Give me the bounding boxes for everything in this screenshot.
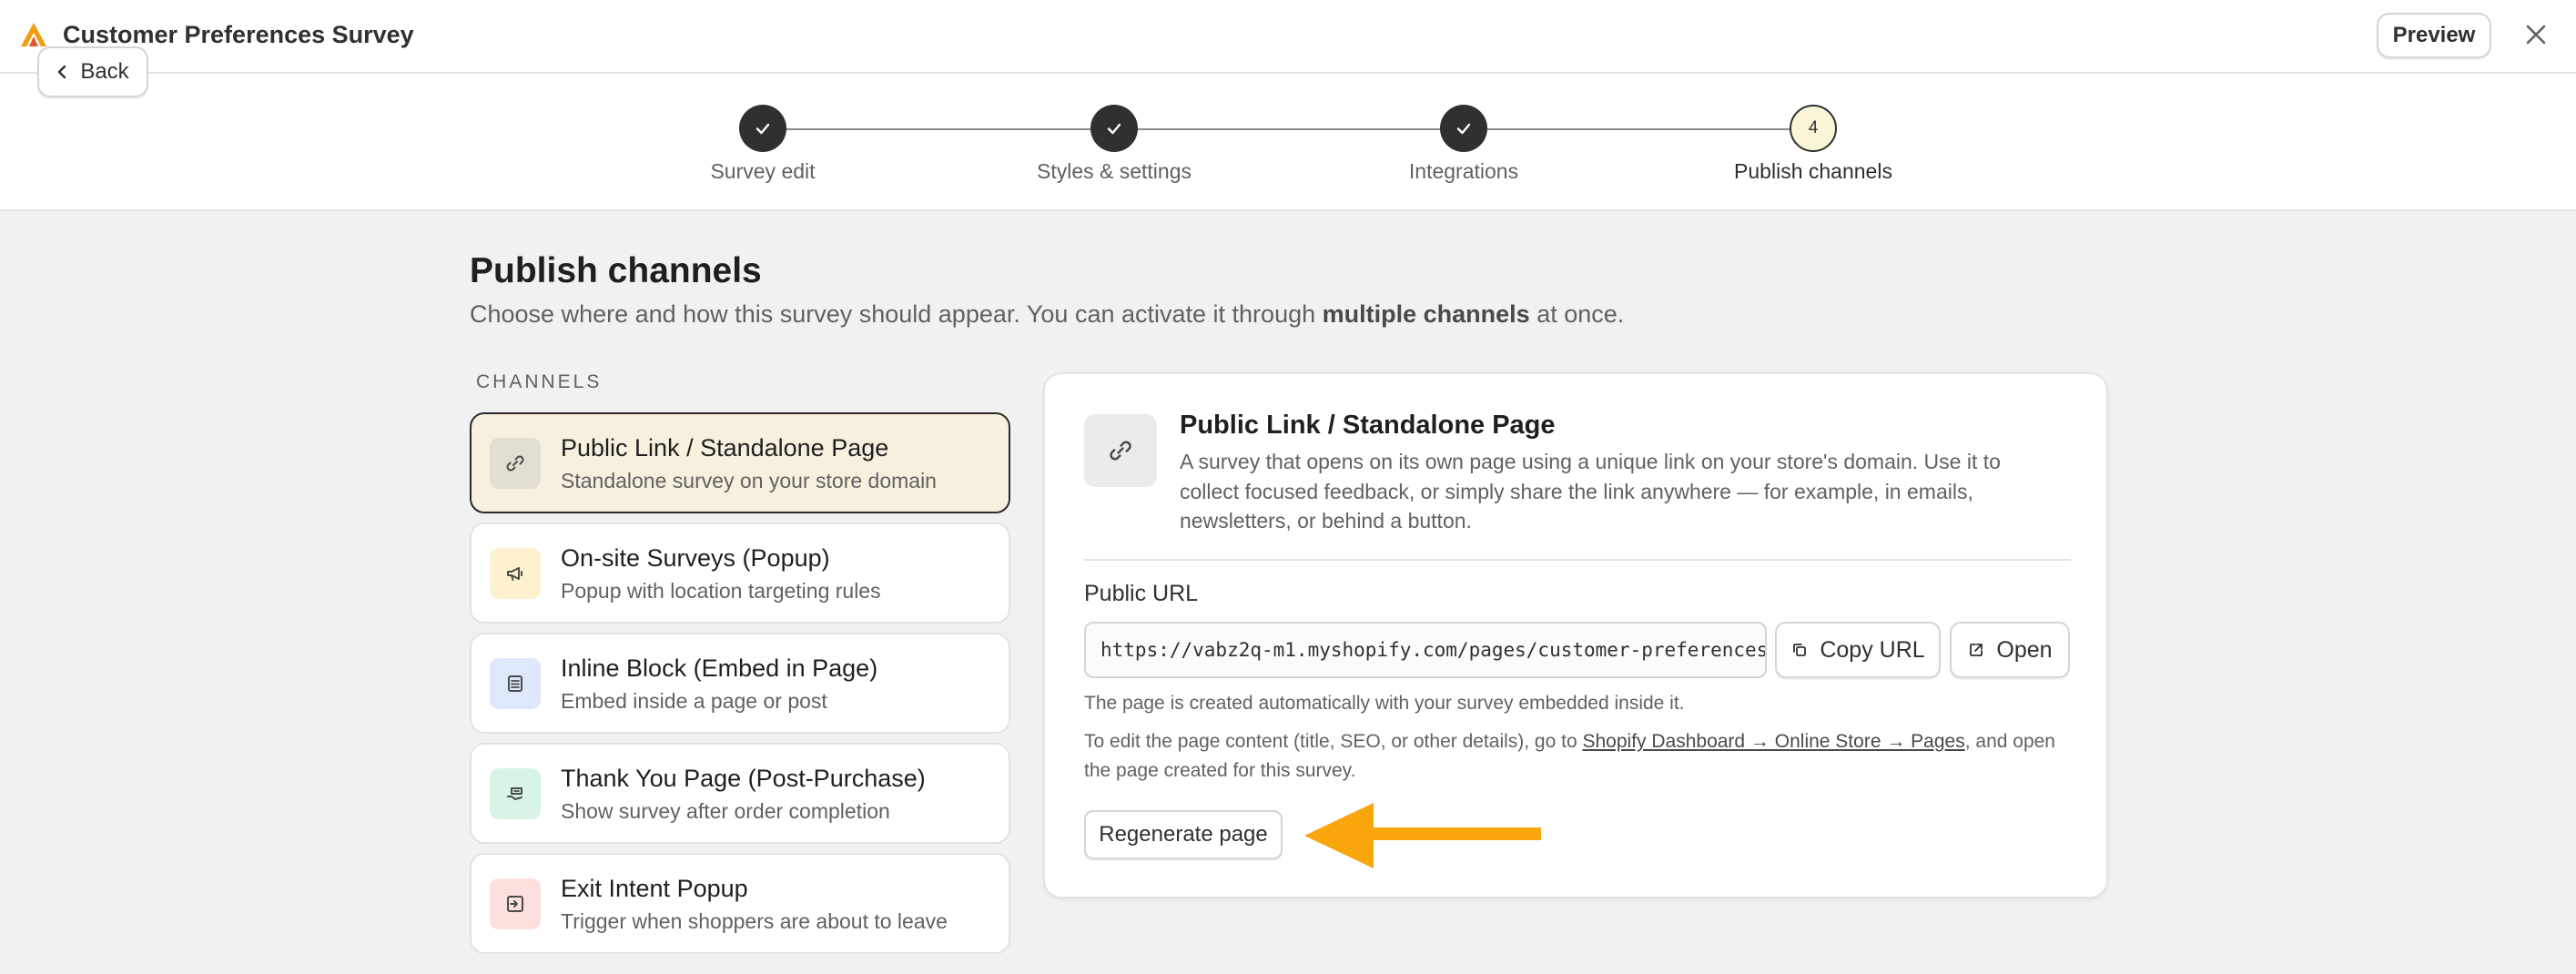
- chevron-left-icon: [58, 65, 66, 79]
- layout-block-icon: [508, 675, 522, 692]
- help-edit-prefix: To edit the page content (title, SEO, or…: [1084, 731, 1583, 752]
- exit-icon: [507, 896, 523, 912]
- copy-url-button[interactable]: Copy URL: [1775, 622, 1941, 678]
- detail-icon-tile: [1084, 414, 1157, 487]
- preview-button[interactable]: Preview: [2377, 13, 2491, 58]
- channel-description: Embed inside a page or post: [561, 689, 827, 713]
- step-1-check[interactable]: [739, 105, 786, 152]
- page-subtitle: Choose where and how this survey should …: [470, 300, 1624, 329]
- channel-icon-tile: [490, 768, 541, 819]
- top-bar: Customer Preferences Survey Preview: [0, 0, 2576, 74]
- channel-description: Trigger when shoppers are about to leave: [561, 909, 948, 933]
- step-4-label[interactable]: Publish channels: [1734, 159, 1892, 184]
- checkmark-icon: [756, 123, 770, 135]
- channel-icon-tile: [490, 878, 541, 929]
- app-logo-icon: [21, 23, 46, 46]
- link-icon: [506, 455, 524, 472]
- stepper-connector: [763, 128, 1813, 130]
- help-text-auto: The page is created automatically with y…: [1084, 693, 1685, 714]
- back-label: Back: [80, 59, 129, 84]
- receipt-hand-icon: [507, 787, 522, 800]
- open-url-button[interactable]: Open: [1950, 622, 2070, 678]
- close-icon[interactable]: [2523, 22, 2549, 47]
- channel-thank-you-page[interactable]: Thank You Page (Post-Purchase) Show surv…: [470, 743, 1010, 844]
- open-label: Open: [1996, 636, 2053, 663]
- step-2-check[interactable]: [1090, 105, 1138, 152]
- step-3-label[interactable]: Integrations: [1409, 159, 1518, 184]
- checkmark-icon: [1456, 123, 1471, 135]
- back-button[interactable]: Back: [37, 46, 148, 97]
- subtitle-emphasis: multiple channels: [1322, 300, 1530, 328]
- public-url-label: Public URL: [1084, 581, 1199, 606]
- page-title: Publish channels: [470, 251, 762, 290]
- annotation-arrow-icon: [1304, 803, 1541, 868]
- channel-icon-tile: [490, 548, 541, 599]
- channels-heading: CHANNELS: [476, 371, 603, 392]
- subtitle-text: Choose where and how this survey should …: [470, 300, 1323, 328]
- step-3-check[interactable]: [1440, 105, 1487, 152]
- channel-description: Popup with location targeting rules: [561, 579, 881, 603]
- channel-detail-panel: Public Link / Standalone Page A survey t…: [1043, 372, 2108, 898]
- external-link-icon: [1970, 644, 1983, 656]
- checkmark-icon: [1107, 123, 1121, 135]
- channel-icon-tile: [490, 438, 541, 489]
- channel-description: Show survey after order completion: [561, 799, 890, 823]
- help-text-edit: To edit the page content (title, SEO, or…: [1084, 727, 2071, 786]
- shopify-pages-link[interactable]: Shopify Dashboard → Online Store → Pages: [1582, 731, 1964, 752]
- subtitle-suffix: at once.: [1529, 300, 1625, 328]
- megaphone-icon: [507, 567, 522, 581]
- link-icon: [1110, 441, 1131, 461]
- channel-title: Exit Intent Popup: [561, 875, 748, 902]
- channel-exit-intent[interactable]: Exit Intent Popup Trigger when shoppers …: [470, 853, 1010, 954]
- channel-title: Thank You Page (Post-Purchase): [561, 765, 926, 792]
- step-4-number[interactable]: 4: [1790, 105, 1837, 152]
- step-2-label[interactable]: Styles & settings: [1037, 159, 1192, 184]
- stepper-bar: [0, 74, 2576, 211]
- channel-title: Inline Block (Embed in Page): [561, 654, 878, 682]
- channel-onsite-popup[interactable]: On-site Surveys (Popup) Popup with locat…: [470, 523, 1010, 624]
- channel-title: On-site Surveys (Popup): [561, 544, 830, 572]
- step-1-label[interactable]: Survey edit: [710, 159, 815, 184]
- channel-public-link[interactable]: Public Link / Standalone Page Standalone…: [470, 412, 1010, 513]
- channel-description: Standalone survey on your store domain: [561, 469, 937, 492]
- divider: [1084, 559, 2071, 561]
- channel-icon-tile: [490, 658, 541, 709]
- regenerate-page-button[interactable]: Regenerate page: [1084, 810, 1283, 859]
- channel-inline-block[interactable]: Inline Block (Embed in Page) Embed insid…: [470, 633, 1010, 734]
- detail-description: A survey that opens on its own page usin…: [1180, 450, 2001, 533]
- public-url-field[interactable]: https://vabz2q-m1.myshopify.com/pages/cu…: [1084, 622, 1767, 678]
- detail-title: Public Link / Standalone Page: [1180, 411, 1556, 440]
- channel-title: Public Link / Standalone Page: [561, 434, 889, 462]
- copy-icon: [1793, 644, 1807, 656]
- copy-url-label: Copy URL: [1820, 636, 1925, 663]
